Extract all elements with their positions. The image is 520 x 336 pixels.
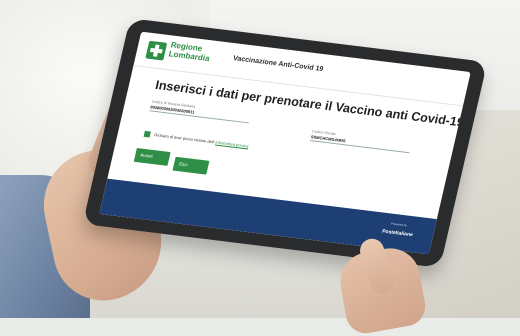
- consent-text: Dichiaro di aver preso visione dell': [153, 132, 216, 145]
- privacy-checkbox[interactable]: [143, 130, 151, 138]
- regione-lombardia-logo-icon: [145, 40, 168, 61]
- tessera-sanitaria-field[interactable]: Codice di Tessera Sanitaria 803800300300…: [149, 99, 251, 124]
- privacy-link[interactable]: informativa privacy: [215, 140, 249, 149]
- esci-button[interactable]: Esci: [172, 156, 210, 175]
- privacy-consent: Dichiaro di aver preso visione dell' inf…: [143, 130, 250, 150]
- regione-lombardia-logo-text: Regione Lombardia: [167, 40, 211, 64]
- codice-fiscale-field[interactable]: Codice Fiscale SSMCHCMG4HMS: [309, 129, 412, 154]
- tablet: Regione Lombardia Vaccinazione Anti-Covi…: [82, 18, 488, 268]
- avanti-button[interactable]: Avanti: [133, 147, 171, 166]
- site-title: Vaccinazione Anti-Covid 19: [232, 55, 324, 74]
- powered-by-text: Powered by: [390, 221, 408, 228]
- poste-italiane-brand: PosteItaliane: [381, 228, 414, 239]
- tablet-screen: Regione Lombardia Vaccinazione Anti-Covi…: [99, 31, 471, 255]
